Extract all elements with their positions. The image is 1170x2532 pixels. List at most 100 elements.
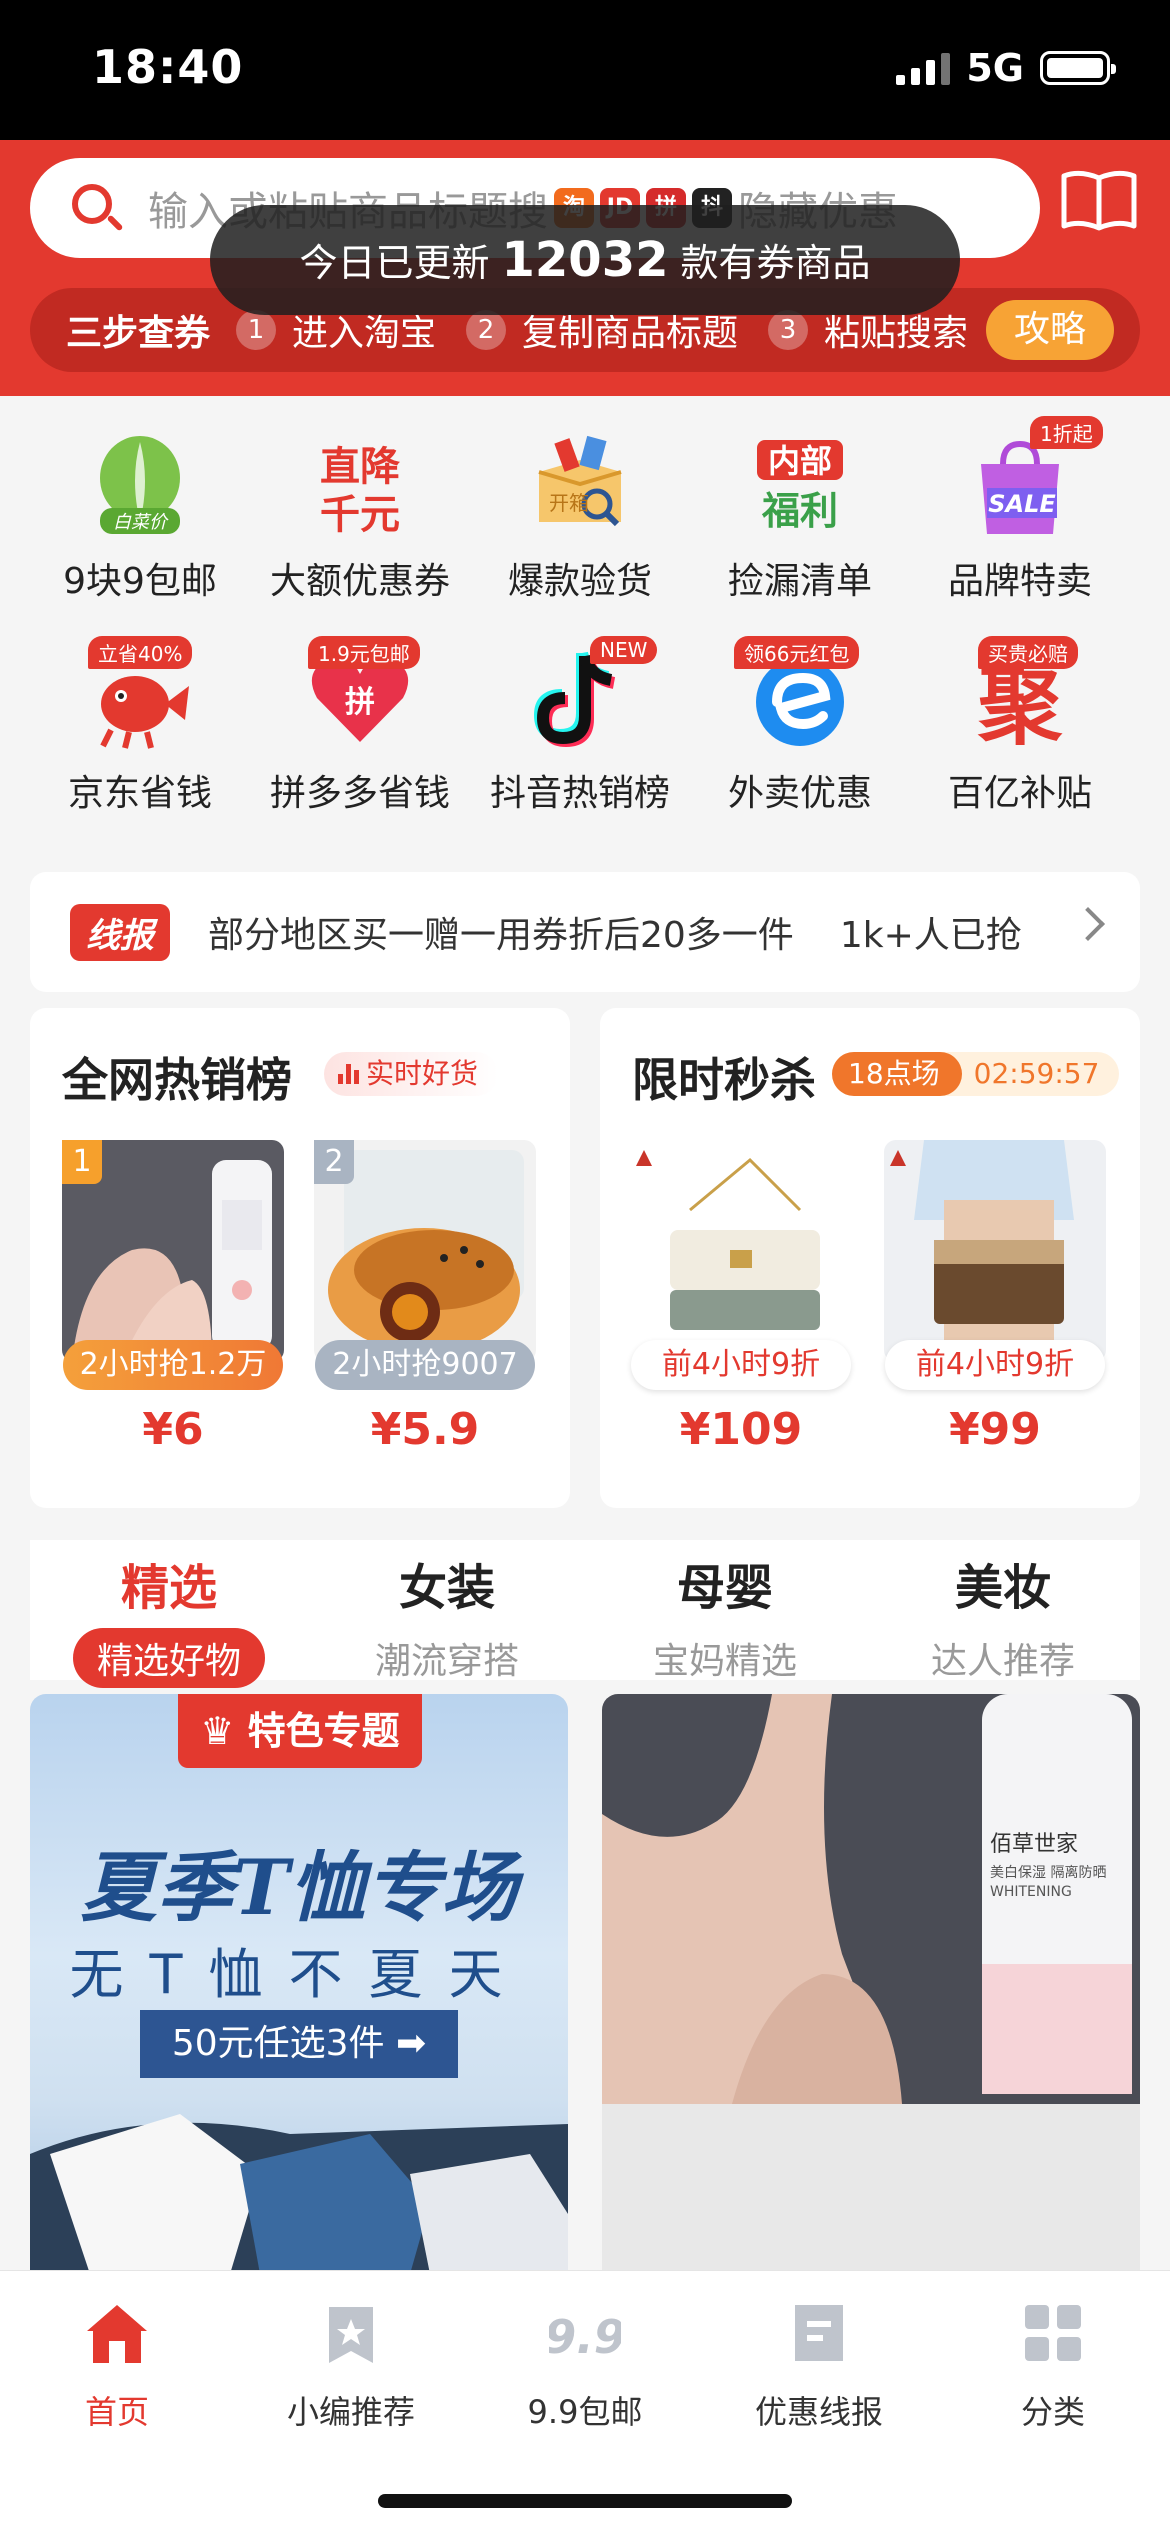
product-price: ¥109 [679,1404,803,1455]
grid-item-subsidy[interactable]: 聚 买贵必赔 百亿补贴 [910,636,1130,816]
svg-text:开箱: 开箱 [549,491,589,515]
tab-title: 女装 [398,1560,495,1616]
product-price: ¥99 [949,1404,1041,1455]
hot-product-1[interactable]: 1 2小时抢1.2万 ¥6 [62,1140,284,1455]
svg-text:千元: 千元 [320,492,400,538]
grid-item-9-9[interactable]: 白菜价 9块9包邮 [30,430,250,604]
signal-icon [896,51,951,85]
nav-label: 分类 [1020,2393,1085,2431]
grid-item-takeaway[interactable]: 领66元红包 外卖优惠 [690,636,910,816]
tab-title: 母婴 [676,1560,773,1616]
search-icon [70,182,124,234]
discount-tag: 前4小时9折 [631,1340,851,1390]
rank-badge: 2 [314,1140,354,1184]
nav-label: 小编推荐 [286,2393,415,2431]
grid-item-jd[interactable]: 立省40% 京东省钱 [30,636,250,816]
grid-item-label: 捡漏清单 [727,561,872,602]
category-icon-grid: 白菜价 9块9包邮 直降 千元 大额优惠券 开箱 爆款验货 内部 福利 捡漏清单 [0,416,1170,840]
news-text: 部分地区买一赠一用券折后20多一件 [208,915,794,956]
tab-selected[interactable]: 精选 精选好物 [30,1540,308,1688]
product-feed-item[interactable]: 佰草世家 美白保湿 隔离防晒 WHITENING [602,1694,1140,2274]
promo-title: 夏季T恤专场 [80,1843,518,1932]
douyin-badge: NEW [590,636,658,664]
status-time: 18:40 [92,40,244,94]
step-number: 2 [466,310,507,350]
tab-baby[interactable]: 母婴 宝妈精选 [586,1540,864,1684]
news-count: 1k+人已抢 [839,915,1022,956]
price-drop-icon: 直降 千元 [320,444,400,538]
grid-item-douyin[interactable]: NEW 抖音热销榜 [470,636,690,816]
status-bar: 18:40 5G [0,0,1170,140]
svg-text:直降: 直降 [320,444,400,490]
svg-text:福利: 福利 [761,489,838,533]
update-toast: 今日已更新 12032 款有券商品 [210,205,960,315]
flash-product-1[interactable]: 前4小时9折 ¥109 [630,1140,852,1455]
pdd-badge: 1.9元包邮 [308,636,420,669]
grid-item-label: 抖音热销榜 [489,773,670,814]
nav-home[interactable]: 首页 [0,2297,234,2433]
battery-icon [1040,51,1116,85]
flash-session-tag: 18点场 02:59:57 [832,1052,1120,1096]
nav-editor-picks[interactable]: 小编推荐 [234,2297,468,2433]
tab-beauty[interactable]: 美妆 达人推荐 [864,1540,1142,1684]
grid-item-pdd[interactable]: 拼 1.9元包邮 拼多多省钱 [250,636,470,816]
grid-item-unboxing[interactable]: 开箱 爆款验货 [470,430,690,604]
network-label: 5G [966,46,1024,90]
deal-news-bar[interactable]: 线报 部分地区买一赠一用券折后20多一件 1k+人已抢 [30,872,1140,992]
sales-tag: 2小时抢9007 [315,1340,535,1390]
steps-title: 三步查券 [66,313,211,354]
product-price: ¥5.9 [370,1404,480,1455]
home-indicator [378,2494,792,2508]
toast-suffix: 款有券商品 [680,241,871,285]
grid-item-bargain-list[interactable]: 内部 福利 捡漏清单 [690,430,910,604]
nav-categories[interactable]: 分类 [936,2297,1170,2433]
tab-subtitle: 潮流穿搭 [374,1641,519,1682]
book-icon[interactable] [1060,168,1138,232]
flash-sale-card[interactable]: 限时秒杀 18点场 02:59:57 前4小时9折 ¥109 前4小时9折 ¥9… [600,1008,1140,1508]
hot-product-2[interactable]: 2 2小时抢9007 ¥5.9 [314,1140,536,1455]
grid-item-label: 外卖优惠 [727,773,872,814]
grid-item-big-coupon[interactable]: 直降 千元 大额优惠券 [250,430,470,604]
step-number: 3 [768,310,809,350]
grid-icon-text: 拼 [345,685,375,720]
product-image [884,1140,1106,1362]
feature-banner[interactable]: ♛ 特色专题 夏季T恤专场 无T恤不夏天 50元任选3件 ➡ [30,1694,568,2274]
flash-card-title: 限时秒杀 [632,1053,816,1107]
product-price: ¥6 [142,1404,204,1455]
countdown-timer: 02:59:57 [973,1057,1100,1090]
flash-product-2[interactable]: 前4小时9折 ¥99 [884,1140,1106,1455]
document-icon [795,2305,843,2361]
internal-welfare-icon: 内部 福利 [757,440,843,533]
takeaway-badge: 领66元红包 [734,636,860,669]
bookmark-star-icon [329,2307,373,2363]
nav-label: 优惠线报 [754,2393,883,2431]
product-brand: 佰草世家 [990,1832,1079,1857]
crown-icon: ♛ [200,1709,248,1753]
grid-icon [1025,2305,1081,2361]
grid-icon-text: SALE [988,490,1056,518]
grid-item-label: 爆款验货 [507,561,652,602]
tab-women[interactable]: 女装 潮流穿搭 [308,1540,586,1684]
hot-sales-card[interactable]: 全网热销榜 实时好货 1 2小时抢1.2万 ¥6 2 2小时抢9007 ¥5.9 [30,1008,570,1508]
tab-title: 精选 [120,1560,217,1616]
grid-icon-text: 白菜价 [113,512,169,533]
promo-button[interactable]: 50元任选3件 ➡ [140,2010,458,2078]
brand-sale-badge: 1折起 [1030,416,1103,449]
status-indicators: 5G [896,46,1116,90]
bar-chart-icon [338,1064,359,1084]
nav-deal-news[interactable]: 优惠线报 [702,2297,936,2433]
product-image [630,1140,852,1362]
news-badge: 线报 [70,903,170,961]
grid-item-brand-sale[interactable]: SALE 1折起 品牌特卖 [910,416,1130,604]
chevron-right-icon [1071,907,1105,941]
toast-count: 12032 [501,232,669,288]
session-label: 18点场 [832,1052,962,1096]
cabbage-icon: 白菜价 [100,436,180,534]
nav-label: 9.9包邮 [527,2393,643,2431]
guide-button[interactable]: 攻略 [985,300,1114,360]
feature-badge: ♛ 特色专题 [178,1694,422,1768]
grid-item-label: 品牌特卖 [947,561,1092,602]
product-label-line2: WHITENING [990,1884,1072,1900]
nav-9-9[interactable]: 9.9 9.9包邮 [468,2297,702,2433]
grid-item-label: 百亿补贴 [947,773,1092,814]
